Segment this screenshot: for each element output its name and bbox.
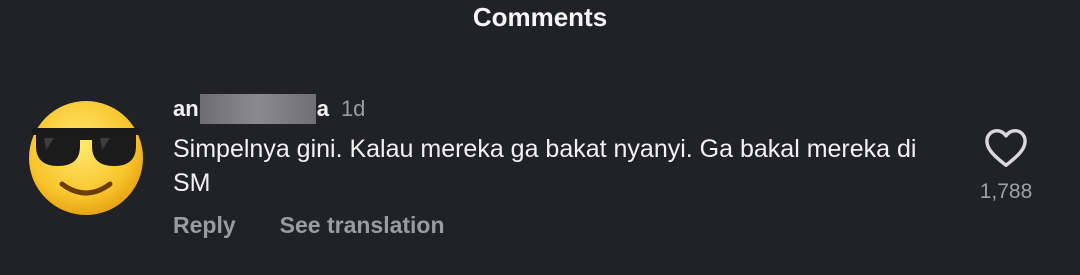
page-title: Comments (472, 2, 608, 32)
see-translation-button[interactable]: See translation (280, 212, 445, 239)
username-redaction (199, 94, 316, 124)
comment-time: 1d (340, 96, 366, 121)
reply-button[interactable]: Reply (173, 212, 236, 239)
username[interactable]: an (173, 96, 199, 122)
username-suffix[interactable]: a (317, 96, 329, 122)
avatar[interactable] (26, 98, 146, 218)
like-area: 1,788 (966, 128, 1046, 204)
comment-actions: Reply See translation (173, 212, 445, 239)
comment-text: Simpelnya gini. Kalau mereka ga bakat ny… (173, 135, 917, 197)
username-row: an a 1d (173, 92, 365, 126)
like-count: 1,788 (979, 180, 1033, 203)
heart-outline-icon[interactable] (984, 128, 1028, 168)
comment-item: an a 1d Simpelnya gini. Kalau mereka ga … (0, 80, 1080, 260)
